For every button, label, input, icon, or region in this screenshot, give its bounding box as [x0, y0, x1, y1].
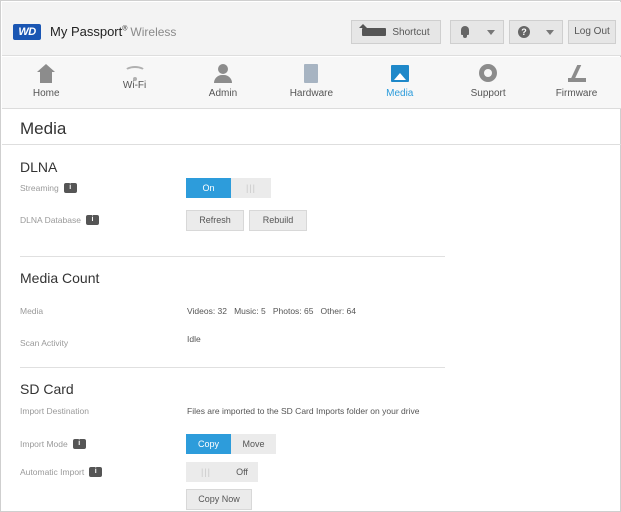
top-bar: WD My Passport® Wireless Shortcut ? Log O… [2, 2, 621, 56]
scan-activity-label: Scan Activity [20, 338, 68, 348]
nav-label: Media [386, 88, 414, 99]
firmware-icon [566, 64, 588, 84]
section-title-media-count: Media Count [20, 270, 100, 286]
shortcut-button[interactable]: Shortcut [351, 20, 441, 44]
page-title: Media [20, 119, 67, 138]
info-icon[interactable]: i [89, 467, 103, 477]
hardware-icon [300, 64, 322, 84]
nav-item-home[interactable]: Home [2, 57, 90, 108]
media-label: Media [20, 306, 43, 316]
nav-label: Support [470, 88, 506, 99]
chevron-down-icon [486, 29, 495, 35]
import-destination-value: Files are imported to the SD Card Import… [187, 406, 420, 416]
row-label-text: Import Mode [20, 439, 68, 449]
brand-reg: ® [122, 25, 128, 33]
toggle-off-segment[interactable]: Off [226, 462, 258, 482]
streaming-label: Streaming i [20, 183, 77, 193]
row-label-text: Automatic Import [20, 467, 85, 477]
refresh-button[interactable]: Refresh [186, 210, 244, 231]
automatic-import-toggle[interactable]: ||| Off [186, 462, 258, 482]
brand-name: My Passport [50, 24, 123, 39]
nav-item-admin[interactable]: Admin [179, 57, 267, 108]
import-mode-label: Import Mode i [20, 439, 86, 449]
import-mode-move[interactable]: Move [231, 434, 276, 454]
nav-label: Home [32, 88, 60, 99]
media-count-value: Videos: 32 Music: 5 Photos: 65 Other: 64 [187, 306, 356, 316]
import-mode-copy[interactable]: Copy [186, 434, 231, 454]
logout-button[interactable]: Log Out [568, 20, 616, 44]
rebuild-button[interactable]: Rebuild [249, 210, 307, 231]
info-icon[interactable]: i [72, 439, 86, 449]
notifications-dropdown[interactable] [450, 20, 504, 44]
drive-shortcut-icon [359, 24, 387, 36]
nav-label: Admin [208, 88, 238, 99]
automatic-import-label: Automatic Import i [20, 467, 103, 477]
section-title-dlna: DLNA [20, 159, 58, 175]
section-title-sd-card: SD Card [20, 381, 74, 397]
divider [20, 256, 445, 257]
toggle-grip[interactable]: ||| [231, 178, 271, 198]
row-label-text: Import Destination [20, 406, 89, 416]
nav-label: Hardware [289, 88, 334, 99]
nav-item-hardware[interactable]: Hardware [267, 57, 355, 108]
streaming-toggle[interactable]: On ||| [186, 178, 271, 198]
toggle-on-segment[interactable]: On [186, 178, 231, 198]
help-dropdown[interactable]: ? [509, 20, 563, 44]
bell-icon [460, 26, 470, 38]
shortcut-label: Shortcut [392, 26, 430, 38]
row-label-text: DLNA Database [20, 215, 81, 225]
chevron-down-icon [546, 29, 554, 35]
brand-suffix: Wireless [130, 25, 177, 39]
admin-icon [212, 64, 234, 84]
info-icon[interactable]: i [63, 183, 77, 193]
nav-label: Wi-Fi [122, 80, 147, 91]
nav-item-wifi[interactable]: Wi-Fi [90, 57, 178, 108]
help-icon: ? [518, 26, 530, 38]
dlna-database-label: DLNA Database i [20, 215, 99, 225]
divider [20, 367, 445, 368]
row-label-text: Scan Activity [20, 338, 69, 348]
info-icon[interactable]: i [85, 215, 99, 225]
product-name: My Passport® Wireless [50, 24, 176, 39]
toggle-grip[interactable]: ||| [186, 462, 226, 482]
app-window: WD My Passport® Wireless Shortcut ? Log O… [0, 0, 621, 512]
divider [2, 144, 621, 145]
nav-label: Firmware [555, 88, 598, 99]
import-destination-label: Import Destination [20, 406, 89, 416]
scan-activity-value: Idle [187, 334, 201, 344]
support-icon [477, 64, 499, 84]
copy-now-button[interactable]: Copy Now [186, 489, 252, 510]
nav-item-media[interactable]: Media [356, 57, 444, 108]
nav-item-support[interactable]: Support [444, 57, 532, 108]
home-icon [35, 64, 57, 84]
media-icon [389, 64, 411, 84]
nav-item-firmware[interactable]: Firmware [532, 57, 620, 108]
main-nav: Home Wi-Fi Admin Hardware Media Support … [2, 57, 621, 109]
wd-logo: WD [13, 24, 41, 40]
wifi-icon [123, 66, 146, 81]
import-mode-toggle[interactable]: Copy Move [186, 434, 276, 454]
row-label-text: Streaming [20, 183, 59, 193]
row-label-text: Media [20, 306, 44, 316]
